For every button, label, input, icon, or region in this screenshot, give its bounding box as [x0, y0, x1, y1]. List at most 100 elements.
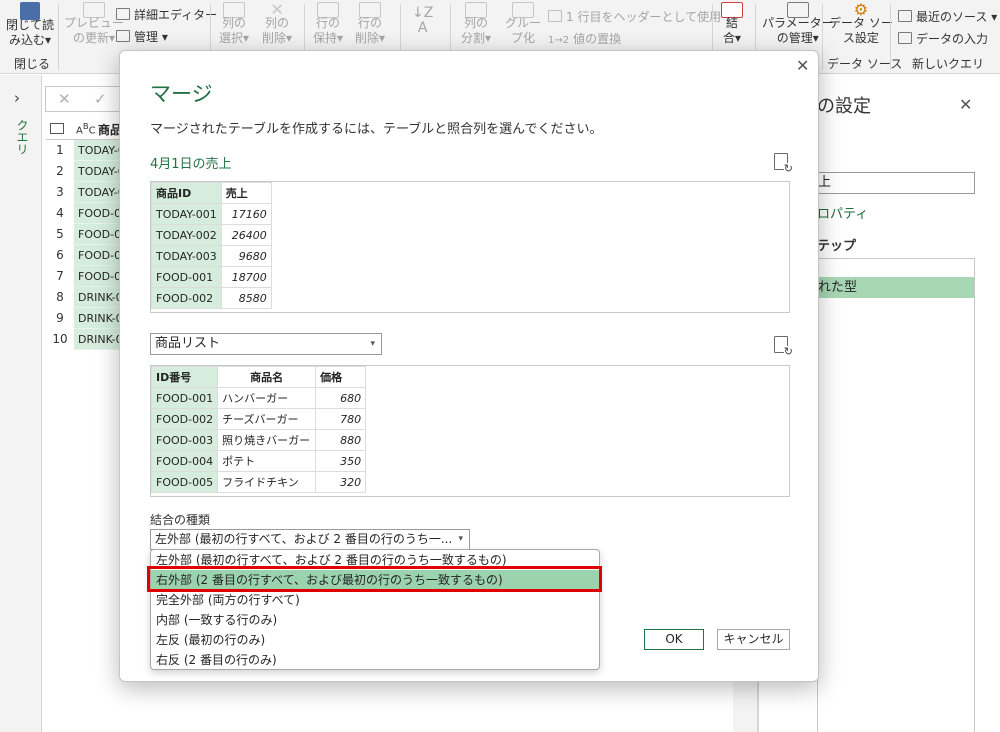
chevron-right-icon[interactable]: ›: [14, 89, 20, 107]
second-table-select[interactable]: 商品リスト ▾: [150, 333, 382, 355]
query-preview-grid: ABC 商品 1 TODAY-0 2 TODAY-0 3 TODAY-0 4 FOOD-00 5…: [46, 118, 126, 350]
cancel-formula-icon[interactable]: ✕: [58, 90, 71, 108]
refresh-preview-icon[interactable]: [774, 153, 793, 174]
data-source-settings-button[interactable]: ⚙ データ ソー ス設定: [829, 2, 893, 46]
close-load-button[interactable]: 閉じて読 み込む▾: [6, 2, 54, 48]
table-cell: ポテト: [217, 450, 317, 472]
all-properties-link[interactable]: ロパティ: [817, 203, 868, 222]
table-cell: FOOD-001: [151, 266, 222, 288]
scroll-gutter: [733, 680, 758, 732]
query-name-input[interactable]: 上: [817, 172, 975, 194]
highlight-annotation: [147, 566, 602, 592]
table-row: 5 FOOD-00: [46, 224, 126, 245]
applied-step-item[interactable]: れた型: [818, 277, 974, 298]
join-option[interactable]: 完全外部 (両方の行すべて): [151, 590, 599, 610]
row-number: 6: [56, 248, 64, 262]
remove-columns-button[interactable]: ✕ 列の 削除▾: [262, 2, 292, 46]
chevron-down-icon: ▾: [370, 339, 375, 349]
combine-button[interactable]: 結 合▾: [721, 2, 743, 46]
table-row: FOOD-002 チーズバーガー 780: [150, 408, 367, 430]
table-cell: FOOD-001: [150, 387, 219, 409]
close-icon[interactable]: ✕: [959, 95, 972, 114]
cancel-button[interactable]: キャンセル: [717, 629, 790, 650]
choose-columns-button[interactable]: 列の 選択▾: [219, 2, 249, 46]
group-by-button[interactable]: グルー プ化: [505, 2, 541, 46]
table-row: 1 TODAY-0: [46, 140, 126, 161]
table-cell: TODAY-002: [151, 224, 222, 246]
row-number: 4: [56, 206, 64, 220]
row-number: 2: [56, 164, 64, 178]
table-row: FOOD-001 ハンバーガー 680: [150, 387, 367, 409]
table-cell: 9680: [220, 245, 272, 267]
table-row: 4 FOOD-00: [46, 203, 126, 224]
table-row: 8 DRINK-0: [46, 287, 126, 308]
use-header-button[interactable]: 1 行目をヘッダーとして使用 ▾: [548, 8, 731, 25]
table-cell: FOOD-002: [150, 408, 219, 430]
table-icon[interactable]: [50, 123, 64, 134]
table-cell: 18700: [220, 266, 272, 288]
table-row: FOOD-005 フライドチキン 320: [150, 471, 367, 493]
row-number: 5: [56, 227, 64, 241]
remove-rows-button[interactable]: 行の 削除▾: [355, 2, 385, 46]
column-header[interactable]: 売上: [220, 182, 272, 204]
formula-bar[interactable]: ✕ ✓: [45, 86, 125, 112]
table-icon: [898, 32, 912, 44]
table-icon: [116, 30, 130, 42]
table-cell: TODAY-001: [151, 203, 222, 225]
table-cell: 8580: [220, 287, 272, 309]
table-cell: 350: [315, 450, 367, 472]
close-icon[interactable]: ✕: [796, 56, 809, 75]
dialog-title: マージ: [150, 82, 213, 106]
table-cell: 26400: [220, 224, 272, 246]
table-cell: 780: [315, 408, 367, 430]
table-cell: チーズバーガー: [217, 408, 317, 430]
row-number: 3: [56, 185, 64, 199]
table-row: 10 DRINK-0: [46, 329, 126, 350]
row-number: 9: [56, 311, 64, 325]
pane-title: の設定: [817, 96, 871, 117]
header-icon: [548, 10, 562, 22]
table-row: 2 TODAY-0: [46, 161, 126, 182]
table-row: TODAY-002 26400: [151, 224, 272, 246]
table-row: 9 DRINK-0: [46, 308, 126, 329]
column-header[interactable]: 商品ID: [151, 182, 222, 204]
commit-formula-icon[interactable]: ✓: [94, 90, 107, 108]
join-option[interactable]: 内部 (一致する行のみ): [151, 610, 599, 630]
advanced-editor-button[interactable]: 詳細エディター: [116, 6, 217, 23]
table-cell: FOOD-003: [150, 429, 219, 451]
recent-icon: [898, 10, 912, 22]
queries-pane: › クエリ: [0, 75, 42, 732]
recent-sources-button[interactable]: 最近のソース ▾: [898, 8, 997, 25]
enter-data-button[interactable]: データの入力: [898, 30, 988, 47]
grid-header: ABC 商品: [46, 118, 126, 140]
column-header[interactable]: ID番号: [150, 366, 219, 388]
table-cell: 880: [315, 429, 367, 451]
first-table: 商品ID 売上 TODAY-001 17160 TODAY-002 26400 TODAY-…: [151, 182, 272, 309]
column-header[interactable]: 商品名: [217, 366, 317, 388]
row-number: 10: [52, 332, 68, 346]
second-table: ID番号 商品名 価格 FOOD-001 ハンバーガー 680 FOOD-002 チーズバーガ…: [150, 366, 367, 493]
sort-button[interactable]: ↓Z A: [412, 6, 433, 36]
join-option[interactable]: 左反 (最初の行のみ): [151, 630, 599, 650]
text-type-icon[interactable]: ABC: [76, 121, 96, 136]
ok-button[interactable]: OK: [644, 629, 704, 650]
table-row: TODAY-003 9680: [151, 245, 272, 267]
table-cell: フライドチキン: [217, 471, 317, 493]
editor-icon: [116, 8, 130, 20]
table-row: FOOD-002 8580: [151, 287, 272, 309]
table-cell: 17160: [220, 203, 272, 225]
join-option[interactable]: 右反 (2 番目の行のみ): [151, 650, 599, 670]
keep-rows-button[interactable]: 行の 保持▾: [313, 2, 343, 46]
join-kind-label: 結合の種類: [150, 513, 211, 527]
preview-refresh-button[interactable]: プレビュー の更新▾: [64, 2, 124, 46]
applied-steps-label: テップ: [817, 239, 857, 254]
refresh-preview-icon[interactable]: [774, 336, 793, 357]
table-row: FOOD-004 ポテト 350: [150, 450, 367, 472]
queries-pane-label[interactable]: クエリ: [14, 119, 31, 155]
join-kind-select[interactable]: 左外部 (最初の行すべて、および 2 番目の行のうち一... ▾: [150, 529, 470, 550]
column-header[interactable]: 価格: [315, 366, 367, 388]
table-row: TODAY-001 17160: [151, 203, 272, 225]
replace-values-button[interactable]: 1→2 値の置換: [548, 30, 621, 47]
split-column-button[interactable]: 列の 分割▾: [461, 2, 491, 46]
manage-button[interactable]: 管理 ▾: [116, 28, 168, 45]
